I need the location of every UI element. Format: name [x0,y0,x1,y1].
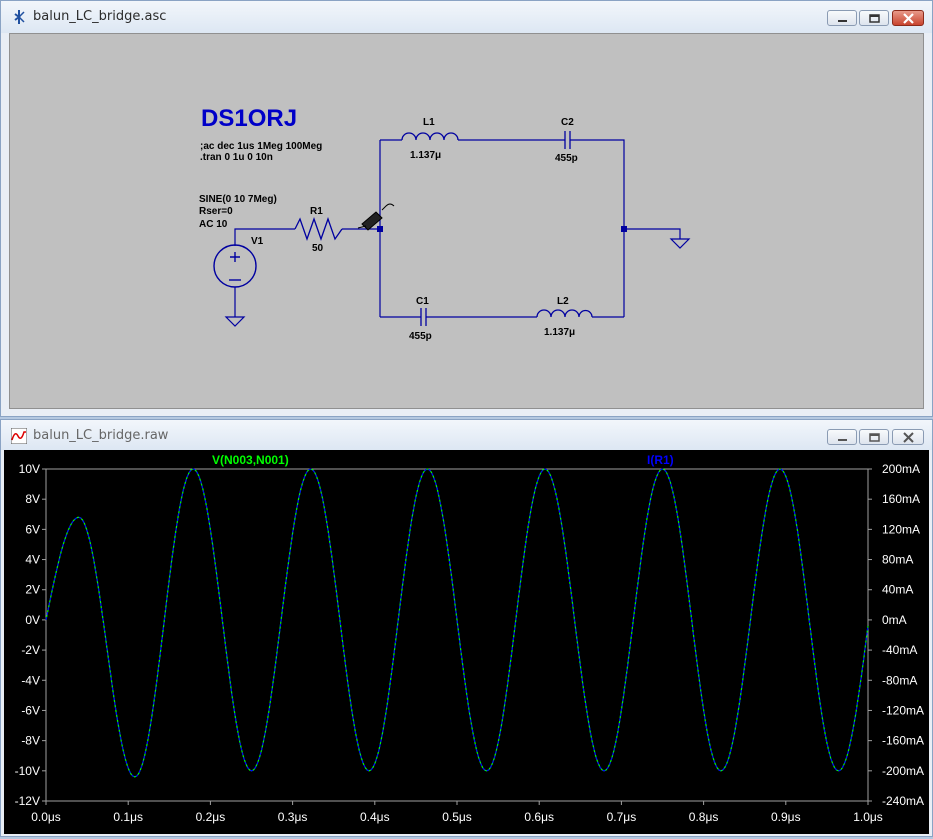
right-axis: 200mA 160mA 120mA 80mA 40mA 0mA -40mA -80mA -120… [868,462,924,808]
x-tick-label: 0.2μs [196,810,226,824]
source-ac-text[interactable]: AC 10 [199,219,228,230]
x-tick-label: 0.5μs [442,810,472,824]
y-tick-label: -4V [21,673,40,687]
minimize-button[interactable] [827,10,857,26]
schematic-drawing[interactable]: DS1ORJ ;ac dec 1us 1Meg 100Meg .tran 0 1… [10,34,923,408]
voltage-source-v1[interactable] [213,244,257,288]
ltspice-schematic-icon [14,10,25,24]
y2-tick-label: 0mA [882,613,907,627]
ground-symbol[interactable] [669,238,691,249]
x-axis: 0.0μs 0.1μs 0.2μs 0.3μs 0.4μs 0.5μs 0.6μs 0.7μs… [31,801,883,824]
x-tick-label: 0.8μs [689,810,719,824]
ground-symbol[interactable] [224,316,246,327]
source-rser-text[interactable]: Rser=0 [199,206,233,217]
maximize-button[interactable] [859,429,889,445]
y2-tick-label: -160mA [882,734,924,748]
schematic-canvas[interactable]: DS1ORJ ;ac dec 1us 1Meg 100Meg .tran 0 1… [9,33,924,409]
maximize-button[interactable] [859,10,889,26]
l2-value[interactable]: 1.137μ [544,327,575,338]
x-tick-label: 1.0μs [853,810,883,824]
y-tick-label: 8V [25,492,40,506]
waveform-window: balun_LC_bridge.raw V(N003,N001) I(R1) 1… [0,419,933,837]
close-button[interactable] [892,10,924,26]
inductor-l2[interactable]: L2 1.137μ [536,296,593,338]
y-tick-label: -12V [15,794,40,808]
waveform-titlebar[interactable]: balun_LC_bridge.raw [1,420,932,450]
x-tick-label: 0.3μs [278,810,308,824]
close-icon [903,13,914,24]
y-tick-label: 10V [19,462,40,476]
y2-tick-label: 160mA [882,492,920,506]
l1-label[interactable]: L1 [423,117,435,128]
close-button[interactable] [892,429,924,445]
c1-label[interactable]: C1 [416,296,429,307]
x-tick-label: 0.9μs [771,810,801,824]
maximize-icon [869,433,880,442]
capacitor-c1[interactable]: C1 455p [409,296,432,342]
node-dot [377,226,383,232]
trace-current[interactable] [45,468,869,778]
left-axis: 10V 8V 6V 4V 2V 0V -2V -4V -6V -8V -10V -12V [15,462,46,808]
directive-ac[interactable]: ;ac dec 1us 1Meg 100Meg [200,141,322,152]
y2-tick-label: -200mA [882,764,924,778]
y2-tick-label: -120mA [882,703,924,717]
y-tick-label: 6V [25,522,40,536]
wires[interactable] [234,139,681,318]
trace-label-voltage[interactable]: V(N003,N001) [212,453,289,467]
schematic-titlebar[interactable]: balun_LC_bridge.asc [1,1,932,33]
capacitor-c2[interactable]: C2 455p [555,117,580,164]
r1-value[interactable]: 50 [312,243,324,254]
l1-value[interactable]: 1.137μ [410,150,441,161]
x-tick-label: 0.4μs [360,810,390,824]
schematic-window: balun_LC_bridge.asc DS1ORJ ;ac dec 1us 1… [0,0,933,417]
y2-tick-label: 200mA [882,462,920,476]
inductor-l1[interactable]: L1 1.137μ [401,117,459,161]
r1-label[interactable]: R1 [310,206,323,217]
trace-label-current[interactable]: I(R1) [647,453,674,467]
y-tick-label: 4V [25,553,40,567]
waveform-window-title: balun_LC_bridge.raw [33,428,169,443]
y2-tick-label: -240mA [882,794,924,808]
source-sine-text[interactable]: SINE(0 10 7Meg) [199,194,277,205]
c1-value[interactable]: 455p [409,331,432,342]
y-tick-label: -8V [21,734,40,748]
schematic-window-title: balun_LC_bridge.asc [33,9,167,24]
y2-tick-label: 80mA [882,553,913,567]
maximize-icon [869,14,880,23]
y-tick-label: -6V [21,703,40,717]
plot-pane[interactable]: V(N003,N001) I(R1) 10V 8V 6V 4V 2V 0V -2V -4V -6… [4,450,929,834]
c2-value[interactable]: 455p [555,153,578,164]
waveform-icon [11,428,27,444]
y-tick-label: 2V [25,583,40,597]
directive-title[interactable]: DS1ORJ [201,105,297,132]
minimize-button[interactable] [827,429,857,445]
x-tick-label: 0.6μs [524,810,554,824]
l2-label[interactable]: L2 [557,296,569,307]
x-tick-label: 0.7μs [607,810,637,824]
plot-frame [45,468,869,802]
x-tick-label: 0.0μs [31,810,61,824]
directive-tran[interactable]: .tran 0 1u 0 10n [200,152,273,163]
y-tick-label: 0V [25,613,40,627]
y-tick-label: -10V [15,764,40,778]
probe-cursor-icon [357,203,395,231]
y2-tick-label: -40mA [882,643,917,657]
y-tick-label: -2V [21,643,40,657]
y2-tick-label: 120mA [882,522,920,536]
c2-label[interactable]: C2 [561,117,574,128]
resistor-r1[interactable]: R1 50 [294,206,343,254]
waveform-plot[interactable]: V(N003,N001) I(R1) 10V 8V 6V 4V 2V 0V -2V -4V -6… [4,450,929,834]
node-dot [621,226,627,232]
minimize-icon [838,439,847,441]
v1-label[interactable]: V1 [251,236,264,247]
close-icon [903,432,914,443]
x-tick-label: 0.1μs [113,810,143,824]
minimize-icon [838,20,847,22]
y2-tick-label: -80mA [882,673,917,687]
y2-tick-label: 40mA [882,583,913,597]
